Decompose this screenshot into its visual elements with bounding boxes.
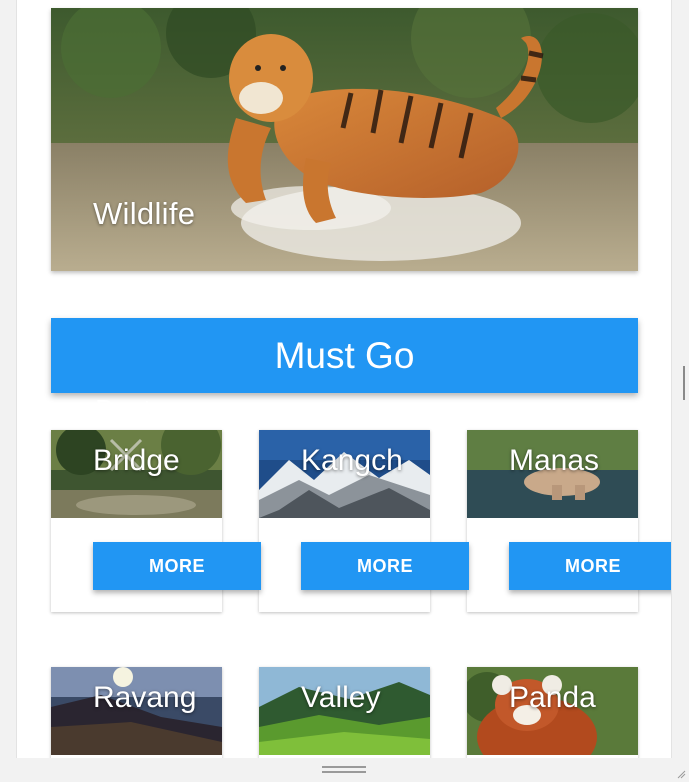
card-image: Valley xyxy=(259,667,430,755)
card-panda[interactable]: Panda xyxy=(467,667,638,758)
card-image: Ravang xyxy=(51,667,222,755)
scrollbar-thumb[interactable] xyxy=(683,366,685,400)
more-button-bridge[interactable]: MORE xyxy=(93,542,261,590)
hero-card-wildlife[interactable]: Wildlife xyxy=(51,8,638,271)
card-image: Bridge xyxy=(51,430,222,518)
more-button-kangch[interactable]: MORE xyxy=(301,542,469,590)
partial-heading: Best xyxy=(95,394,152,420)
card-title: Bridge xyxy=(93,444,180,477)
card-title: Kangch xyxy=(301,444,403,477)
must-go-button[interactable]: Must Go xyxy=(51,318,638,393)
card-title: Ravang xyxy=(93,681,197,714)
card-valley[interactable]: Valley xyxy=(259,667,430,758)
card-title: Manas xyxy=(509,444,600,477)
drag-handle-icon[interactable] xyxy=(322,766,366,773)
card-title: Valley xyxy=(301,681,381,714)
card-image: Kangch xyxy=(259,430,430,518)
card-image: Panda xyxy=(467,667,638,755)
card-ravang[interactable]: Ravang xyxy=(51,667,222,758)
card-title: Panda xyxy=(509,681,596,714)
resize-grip-icon[interactable] xyxy=(676,769,686,779)
more-button-manas[interactable]: MORE xyxy=(509,542,671,590)
card-image: Manas xyxy=(467,430,638,518)
hero-title: Wildlife xyxy=(93,196,196,231)
app-page: Wildlife Must Go Best Bridge Kangch Mana… xyxy=(16,0,672,758)
